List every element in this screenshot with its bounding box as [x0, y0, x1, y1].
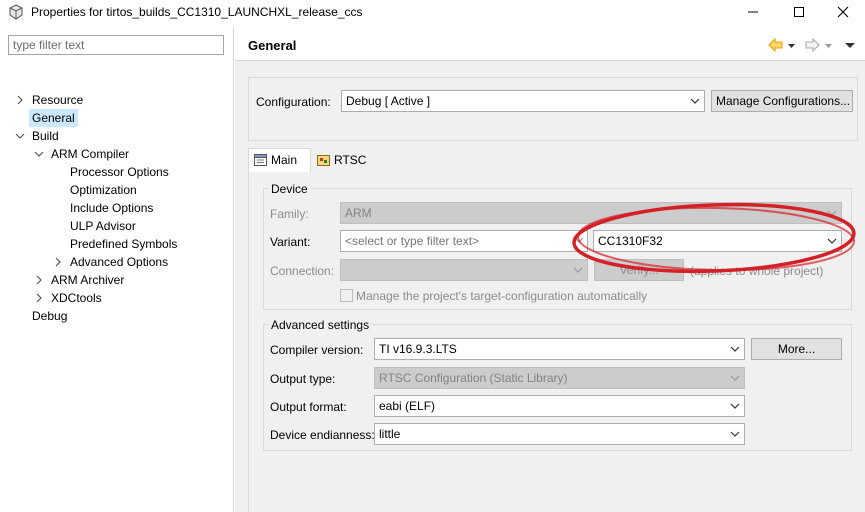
compiler-version-select[interactable]: TI v16.9.3.LTS — [374, 338, 745, 360]
back-arrow-icon[interactable] — [768, 37, 783, 53]
close-icon — [837, 6, 849, 18]
endianness-label: Device endianness: — [270, 428, 375, 442]
chevron-down-icon — [690, 98, 700, 104]
compiler-version-value: TI v16.9.3.LTS — [379, 342, 457, 356]
minimize-icon — [748, 11, 758, 13]
tree-item-predefined-symbols[interactable]: Predefined Symbols — [67, 235, 180, 253]
rtsc-tab-icon — [317, 155, 330, 166]
chevron-right-icon[interactable] — [15, 95, 25, 105]
advanced-settings-title: Advanced settings — [268, 318, 373, 332]
chevron-right-icon[interactable] — [53, 257, 63, 267]
family-value: ARM — [345, 206, 372, 220]
family-label: Family: — [270, 207, 309, 221]
connection-label: Connection: — [270, 264, 335, 278]
tree-item-ulp-advisor[interactable]: ULP Advisor — [67, 217, 139, 235]
chevron-down-icon[interactable] — [15, 131, 25, 141]
output-type-label: Output type: — [270, 372, 336, 386]
tree-item-processor-options[interactable]: Processor Options — [67, 163, 172, 181]
tree-item-advanced-options[interactable]: Advanced Options — [67, 253, 171, 271]
tree-item-arm-archiver[interactable]: ARM Archiver — [48, 271, 127, 289]
tree-item-xdctools[interactable]: XDCtools — [48, 289, 105, 307]
tab-main-label: Main — [271, 153, 298, 167]
chevron-down-icon — [827, 210, 837, 216]
configuration-label: Configuration: — [256, 95, 331, 109]
chevron-down-icon — [574, 237, 584, 243]
filter-input[interactable] — [8, 35, 224, 55]
maximize-button[interactable] — [776, 0, 822, 24]
main-tab-content: Device Family: ARM Variant: CC1310F32 Co… — [248, 173, 865, 512]
output-type-select: RTSC Configuration (Static Library) — [374, 367, 745, 389]
output-format-value: eabi (ELF) — [379, 399, 436, 413]
family-select: ARM — [340, 202, 842, 224]
history-navigation — [768, 37, 855, 53]
variant-filter-input[interactable] — [340, 230, 588, 252]
compiler-version-label: Compiler version: — [270, 343, 364, 357]
chevron-down-icon — [827, 238, 837, 244]
tab-rtsc[interactable]: RTSC — [312, 149, 378, 173]
tree-item-build[interactable]: Build — [29, 127, 62, 145]
back-dropdown-icon[interactable] — [788, 44, 795, 48]
close-button[interactable] — [820, 0, 865, 24]
chevron-right-icon[interactable] — [34, 293, 44, 303]
page-title: General — [248, 38, 297, 53]
verify-button: Verify... — [594, 259, 684, 281]
view-menu-icon[interactable] — [845, 43, 855, 48]
chevron-down-icon — [730, 431, 740, 437]
connection-select — [340, 259, 588, 281]
tab-rtsc-label: RTSC — [334, 153, 367, 167]
tree-item-arm-compiler[interactable]: ARM Compiler — [48, 145, 132, 163]
chevron-down-icon[interactable] — [34, 149, 44, 159]
tree-item-include-options[interactable]: Include Options — [67, 199, 156, 217]
manage-configurations-button[interactable]: Manage Configurations... — [711, 90, 853, 112]
maximize-icon — [794, 7, 804, 17]
variant-label: Variant: — [270, 235, 311, 249]
chevron-down-icon — [573, 267, 583, 273]
chevron-right-icon[interactable] — [34, 275, 44, 285]
tree-item-optimization[interactable]: Optimization — [67, 181, 140, 199]
chevron-down-icon — [730, 346, 740, 352]
tab-main[interactable]: Main — [248, 148, 311, 172]
properties-page: General Configuration: Debug [ Active ] — [235, 27, 865, 512]
chevron-down-icon — [730, 375, 740, 381]
configuration-select[interactable]: Debug [ Active ] — [341, 90, 705, 112]
more-button[interactable]: More... — [751, 338, 842, 360]
page-header: General — [235, 27, 865, 61]
main-tab-icon — [254, 154, 267, 166]
endianness-select[interactable]: little — [374, 423, 745, 445]
endianness-value: little — [379, 427, 401, 441]
device-group-title: Device — [268, 182, 311, 196]
tree-item-debug[interactable]: Debug — [29, 307, 70, 325]
applies-note: (applies to whole project) — [690, 264, 824, 278]
tree-item-resource[interactable]: Resource — [29, 91, 86, 109]
variant-value: CC1310F32 — [598, 234, 663, 248]
forward-arrow-icon[interactable] — [805, 37, 820, 53]
output-type-value: RTSC Configuration (Static Library) — [379, 371, 568, 385]
variant-select[interactable]: CC1310F32 — [593, 230, 842, 252]
manage-target-label: Manage the project's target-configuratio… — [356, 289, 648, 303]
manage-target-checkbox — [340, 289, 353, 302]
output-format-label: Output format: — [270, 400, 347, 414]
configuration-panel: Configuration: Debug [ Active ] Manage C… — [248, 77, 858, 141]
navigation-pane: Resource General Build ARM Compiler Proc… — [0, 27, 234, 512]
window-title: Properties for tirtos_builds_CC1310_LAUN… — [31, 5, 363, 19]
app-icon — [8, 4, 24, 20]
title-bar: Properties for tirtos_builds_CC1310_LAUN… — [0, 0, 865, 24]
minimize-button[interactable] — [730, 0, 776, 24]
chevron-down-icon — [730, 403, 740, 409]
forward-dropdown-icon[interactable] — [825, 44, 832, 48]
configuration-value: Debug [ Active ] — [346, 94, 431, 108]
tree-item-general[interactable]: General — [29, 109, 78, 127]
output-format-select[interactable]: eabi (ELF) — [374, 395, 745, 417]
